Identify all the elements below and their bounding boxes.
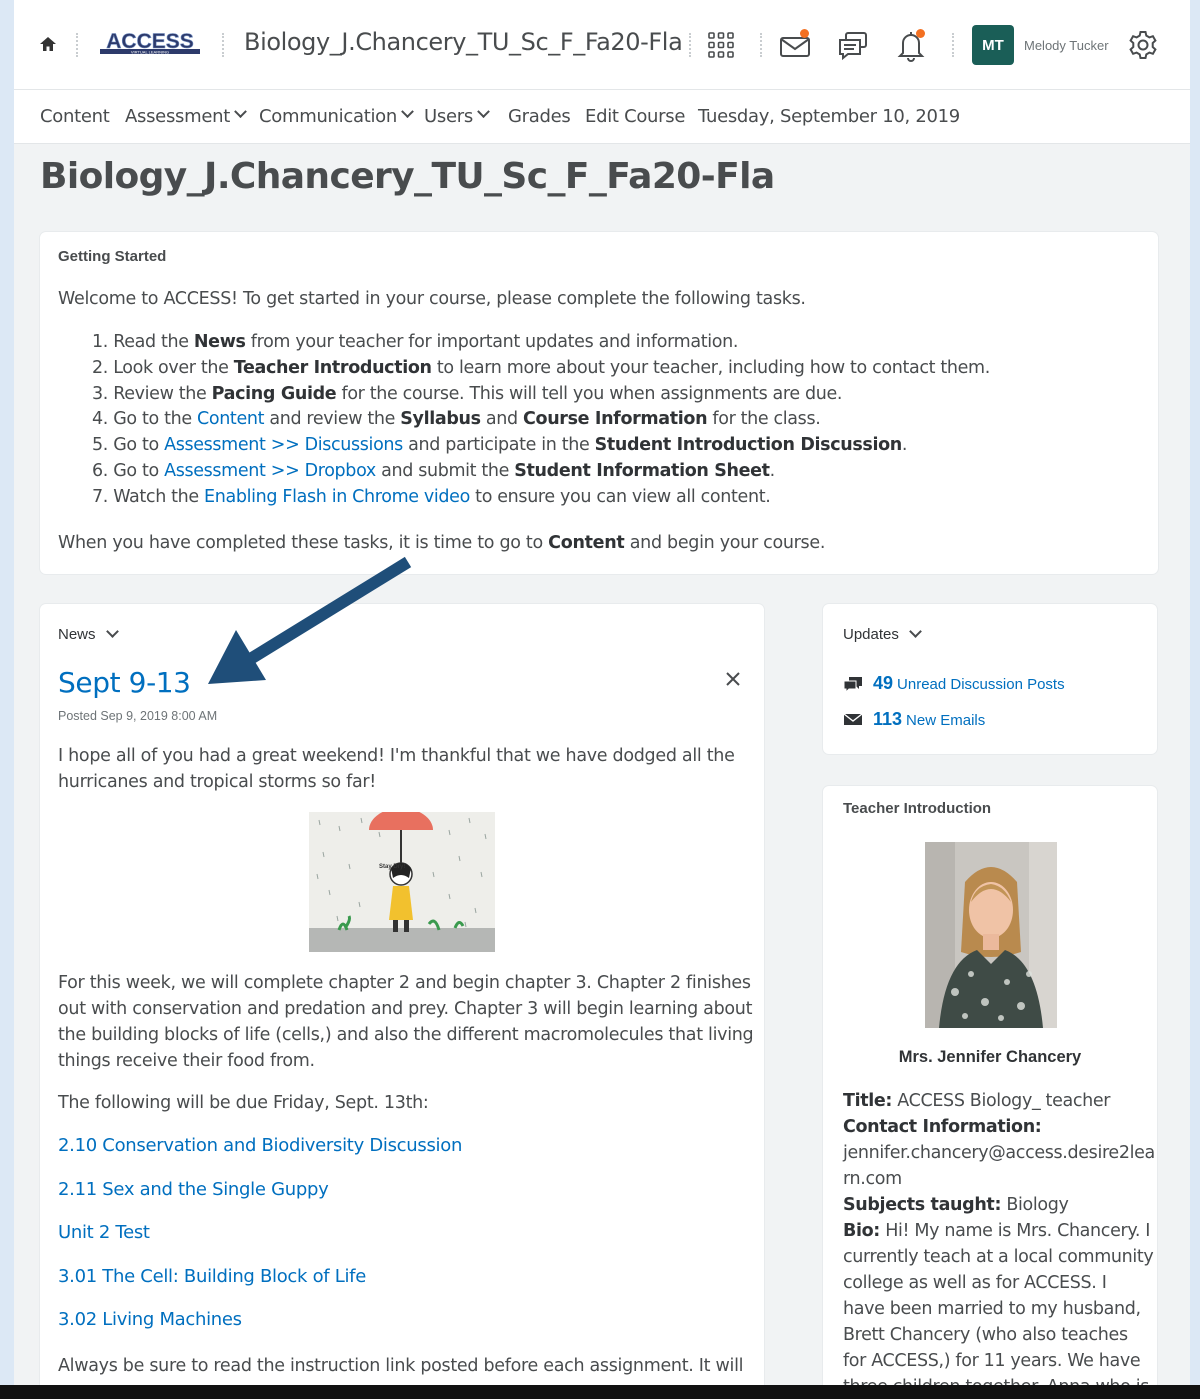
assignment-link[interactable]: 3.02 Living Machines	[58, 1309, 242, 1330]
teacher-photo	[925, 842, 1057, 1028]
teacher-introduction-widget: Teacher Introduction Mrs. Jennifer Chanc…	[823, 786, 1157, 1399]
user-name[interactable]: Melody Tucker	[1024, 38, 1109, 53]
course-selector-grid-icon[interactable]	[704, 28, 738, 62]
settings-gear-icon[interactable]	[1126, 28, 1160, 62]
news-widget: News Sept 9-13 Posted Sep 9, 2019 8:00 A…	[40, 604, 764, 1399]
avatar[interactable]: MT	[972, 25, 1014, 65]
dismiss-close-icon[interactable]	[724, 670, 742, 688]
page-title: Biology_J.Chancery_TU_Sc_F_Fa20-Fla	[40, 156, 775, 197]
lms-page: ACCESS VIRTUAL LEARNING Biology_J.Chance…	[14, 0, 1190, 1399]
task-item: 7. Watch the Enabling Flash in Chrome vi…	[92, 486, 771, 507]
divider	[76, 33, 78, 57]
divider	[952, 33, 954, 57]
nav-grades[interactable]: Grades	[508, 106, 571, 127]
assignment-link[interactable]: Unit 2 Test	[58, 1222, 150, 1243]
teacher-details: Title: ACCESS Biology_ teacher Contact I…	[843, 1091, 1155, 1397]
outro-text: When you have completed these tasks, it …	[58, 533, 826, 553]
task-list: 1. Read the News from your teacher for i…	[92, 330, 990, 511]
email-icon	[843, 713, 863, 725]
task-item: 1. Read the News from your teacher for i…	[92, 332, 739, 352]
header-course-title[interactable]: Biology_J.Chancery_TU_Sc_F_Fa20-Fla	[244, 28, 683, 56]
news-item-title[interactable]: Sept 9-13	[58, 666, 191, 699]
access-logo[interactable]: ACCESS VIRTUAL LEARNING	[98, 30, 202, 58]
news-header-menu[interactable]: News	[58, 625, 119, 643]
notification-dot	[916, 29, 925, 38]
task-item: 6. Go to Assessment >> Dropbox and submi…	[92, 460, 775, 481]
discussion-icon	[843, 677, 862, 694]
due-intro: The following will be due Friday, Sept. …	[58, 1093, 429, 1113]
nav-communication[interactable]: Communication	[259, 105, 414, 127]
subscription-alerts-icon[interactable]	[836, 28, 870, 62]
getting-started-widget: Getting Started Welcome to ACCESS! To ge…	[40, 232, 1158, 574]
news-paragraph: I hope all of you had a great weekend! I…	[58, 746, 735, 792]
nav-edit-course[interactable]: Edit Course	[585, 106, 685, 127]
chevron-down-icon	[477, 105, 490, 119]
chevron-down-icon	[105, 625, 119, 638]
widget-header: Getting Started	[58, 248, 167, 265]
bottom-edge-bar	[0, 1385, 1200, 1399]
updates-header-menu[interactable]: Updates	[843, 625, 922, 643]
home-icon[interactable]	[38, 34, 58, 54]
nav-users[interactable]: Users	[424, 105, 490, 127]
teacher-name: Mrs. Jennifer Chancery	[898, 1048, 1082, 1066]
posted-date: Posted Sep 9, 2019 8:00 AM	[58, 709, 218, 723]
divider	[689, 33, 691, 57]
svg-text:VIRTUAL LEARNING: VIRTUAL LEARNING	[131, 49, 169, 54]
course-navbar: Content Assessment Communication Users G…	[14, 90, 1190, 144]
closing-text: Always be sure to read the instruction l…	[58, 1356, 744, 1376]
chevron-down-icon	[234, 105, 247, 119]
notification-dot	[800, 29, 809, 38]
task-item: 3. Review the Pacing Guide for the cours…	[92, 383, 843, 404]
nav-date[interactable]: Tuesday, September 10, 2019	[698, 106, 960, 127]
flash-video-link[interactable]: Enabling Flash in Chrome video	[204, 487, 470, 507]
task-item: 2. Look over the Teacher Introduction to…	[92, 357, 990, 378]
divider	[222, 33, 224, 57]
widget-header: Teacher Introduction	[843, 800, 992, 817]
assignment-link[interactable]: 2.10 Conservation and Biodiversity Discu…	[58, 1135, 462, 1156]
stay-dry-illustration: Stay Dry!	[309, 808, 495, 952]
task-item: 5. Go to Assessment >> Discussions and p…	[92, 435, 908, 456]
intro-text: Welcome to ACCESS! To get started in you…	[58, 289, 806, 309]
task-item: 4. Go to the Content and review the Syll…	[92, 409, 821, 430]
content-link[interactable]: Content	[197, 409, 265, 429]
assignment-link[interactable]: 2.11 Sex and the Single Guppy	[58, 1179, 329, 1200]
chevron-down-icon	[401, 105, 414, 119]
dropbox-link[interactable]: Assessment >> Dropbox	[164, 461, 376, 481]
svg-text:Stay Dry!: Stay Dry!	[379, 864, 405, 870]
chevron-down-icon	[909, 625, 922, 638]
news-paragraph: For this week, we will complete chapter …	[58, 973, 754, 1071]
assignment-link[interactable]: 3.01 The Cell: Building Block of Life	[58, 1266, 366, 1287]
discussions-link[interactable]: Assessment >> Discussions	[164, 435, 403, 455]
nav-content[interactable]: Content	[40, 106, 110, 127]
updates-widget: Updates 49 Unread Discussion Posts 113 New…	[823, 604, 1157, 754]
top-header: ACCESS VIRTUAL LEARNING Biology_J.Chance…	[14, 0, 1190, 90]
divider	[760, 33, 762, 57]
nav-assessment[interactable]: Assessment	[125, 105, 247, 127]
